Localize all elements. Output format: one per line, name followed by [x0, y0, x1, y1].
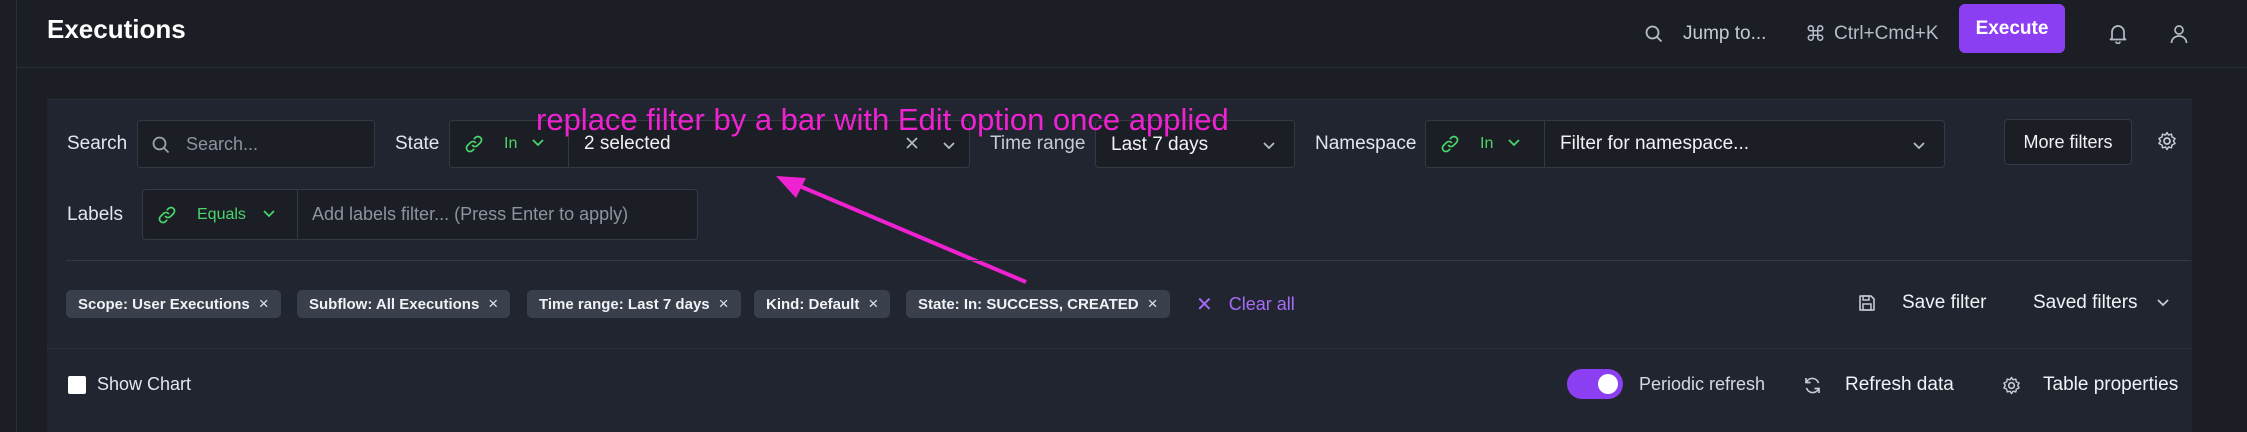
saved-filters-dropdown[interactable]: Saved filters — [2033, 292, 2170, 314]
shortcut-hint: ⌘ Ctrl+Cmd+K — [1805, 0, 1939, 68]
chip-label: Subflow: All Executions — [309, 295, 480, 313]
search-input[interactable]: Search... — [137, 120, 375, 168]
close-icon[interactable]: × — [488, 294, 498, 314]
search-label: Search — [67, 133, 128, 154]
namespace-label: Namespace — [1315, 133, 1417, 154]
divider — [47, 348, 2192, 349]
command-key-icon: ⌘ — [1805, 22, 1826, 46]
search-icon — [1645, 25, 1663, 43]
filter-chip[interactable]: Kind: Default × — [754, 290, 891, 318]
state-operator-select[interactable]: In — [464, 121, 545, 167]
labels-operator-label: Equals — [197, 205, 246, 223]
link-icon — [1441, 135, 1459, 153]
chevron-down-icon — [942, 138, 956, 156]
close-icon[interactable]: × — [1148, 294, 1158, 314]
periodic-refresh-label: Periodic refresh — [1639, 374, 1766, 394]
chevron-down-icon — [2156, 299, 2169, 307]
filter-chip[interactable]: Time range: Last 7 days × — [527, 290, 741, 318]
state-operator-label: In — [504, 135, 518, 152]
jump-to-label: Jump to... — [1683, 23, 1767, 44]
state-label: State — [395, 133, 440, 154]
saved-filters-label: Saved filters — [2033, 292, 2138, 313]
chevron-down-icon — [262, 206, 276, 224]
more-filters-label: More filters — [2023, 131, 2113, 152]
labels-filter: Equals Add labels filter... (Press Enter… — [142, 189, 698, 240]
chevron-down-icon — [1912, 138, 1926, 156]
namespace-operator-label: In — [1480, 135, 1494, 152]
gear-icon — [2003, 376, 2020, 394]
save-filter-button[interactable]: Save filter — [1858, 292, 1986, 314]
namespace-placeholder: Filter for namespace... — [1560, 133, 1750, 154]
page-title: Executions — [47, 14, 186, 44]
gear-icon — [2158, 131, 2176, 151]
execute-button[interactable]: Execute — [1959, 4, 2065, 53]
left-rail — [0, 0, 17, 432]
labels-input[interactable]: Add labels filter... (Press Enter to app… — [312, 190, 628, 239]
namespace-value-select[interactable]: Filter for namespace... — [1560, 121, 1940, 167]
refresh-icon — [1805, 377, 1820, 393]
refresh-data-label: Refresh data — [1845, 374, 1954, 395]
notifications-button[interactable] — [2109, 0, 2127, 68]
refresh-data-button[interactable]: Refresh data — [1803, 374, 1954, 396]
save-icon — [1859, 295, 1875, 311]
filter-chip[interactable]: Subflow: All Executions × — [297, 290, 511, 318]
namespace-operator-select[interactable]: In — [1440, 121, 1521, 167]
link-icon — [465, 135, 483, 153]
table-properties-label: Table properties — [2043, 374, 2179, 395]
close-icon[interactable]: × — [719, 294, 729, 314]
jump-to-button[interactable]: Jump to... — [1645, 0, 1766, 68]
close-icon: ✕ — [1196, 293, 1213, 316]
close-icon[interactable]: × — [259, 294, 269, 314]
more-filters-button[interactable]: More filters — [2004, 119, 2132, 165]
link-icon — [158, 206, 176, 223]
show-chart-checkbox[interactable] — [68, 376, 86, 394]
clear-all-label: Clear all — [1228, 293, 1295, 314]
table-properties-button[interactable]: Table properties — [2002, 374, 2178, 396]
search-placeholder: Search... — [186, 134, 259, 154]
clear-state-icon[interactable] — [904, 135, 920, 156]
filter-chip[interactable]: State: In: SUCCESS, CREATED × — [906, 290, 1170, 318]
save-filter-label: Save filter — [1902, 292, 1987, 313]
clear-all-button[interactable]: ✕ Clear all — [1196, 290, 1295, 318]
chip-label: State: In: SUCCESS, CREATED — [918, 295, 1139, 313]
show-chart-label: Show Chart — [97, 374, 192, 394]
chip-label: Scope: User Executions — [78, 295, 250, 313]
filter-chip[interactable]: Scope: User Executions × — [66, 290, 281, 318]
periodic-refresh-toggle[interactable] — [1567, 369, 1623, 399]
labels-placeholder: Add labels filter... (Press Enter to app… — [312, 204, 629, 224]
chevron-down-icon — [1262, 138, 1276, 156]
search-icon — [152, 136, 170, 154]
namespace-filter: In Filter for namespace... — [1425, 120, 1945, 168]
chip-label: Time range: Last 7 days — [539, 295, 710, 313]
user-menu-button[interactable] — [2170, 0, 2188, 68]
chip-label: Kind: Default — [766, 295, 860, 313]
labels-operator-select[interactable]: Equals — [157, 190, 276, 239]
annotation-text: replace filter by a bar with Edit option… — [536, 102, 1229, 137]
filter-settings-button[interactable] — [2157, 131, 2177, 156]
bell-icon — [2109, 25, 2127, 44]
labels-label: Labels — [67, 204, 123, 225]
shortcut-label: Ctrl+Cmd+K — [1834, 23, 1939, 44]
divider — [66, 260, 2191, 261]
close-icon[interactable]: × — [868, 294, 878, 314]
chevron-down-icon — [1507, 135, 1521, 153]
user-icon — [2170, 25, 2188, 44]
